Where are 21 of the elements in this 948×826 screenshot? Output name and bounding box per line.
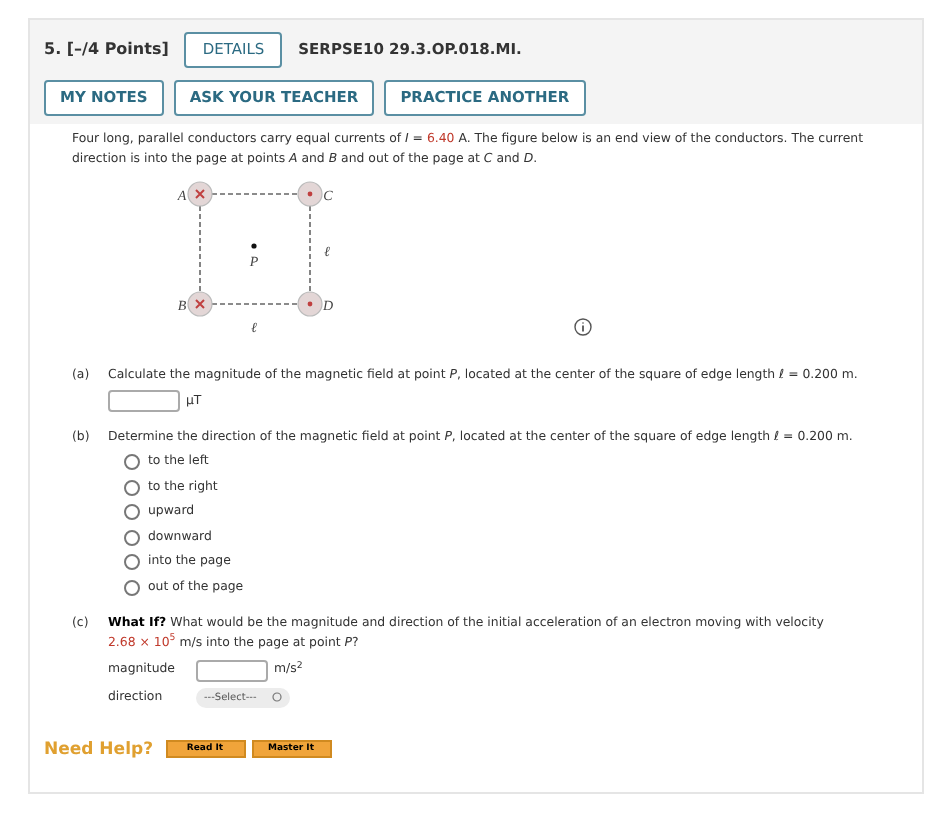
dashed-line [199, 205, 201, 293]
chevrons-icon [272, 692, 283, 702]
question-points: 5. [–/4 Points] [44, 38, 169, 62]
radio-button[interactable] [124, 479, 140, 495]
point-marker [251, 243, 257, 249]
dashed-line [211, 193, 299, 195]
answer-field[interactable] [108, 390, 180, 412]
radio-button[interactable] [124, 579, 140, 595]
conductor-out-of-page-icon [297, 181, 323, 207]
dashed-line [309, 205, 311, 293]
conductor-out-of-page-icon [297, 291, 323, 317]
radio-button[interactable] [124, 554, 140, 570]
conductor-into-page-icon [187, 181, 213, 207]
conductor-into-page-icon [187, 291, 213, 317]
info-icon[interactable] [574, 318, 592, 336]
radio-button[interactable] [124, 529, 140, 545]
dashed-line [211, 303, 299, 305]
radio-button[interactable] [124, 504, 140, 520]
answer-field[interactable] [196, 659, 268, 681]
need-help-label: Need Help? [44, 739, 153, 759]
radio-button[interactable] [124, 454, 140, 470]
